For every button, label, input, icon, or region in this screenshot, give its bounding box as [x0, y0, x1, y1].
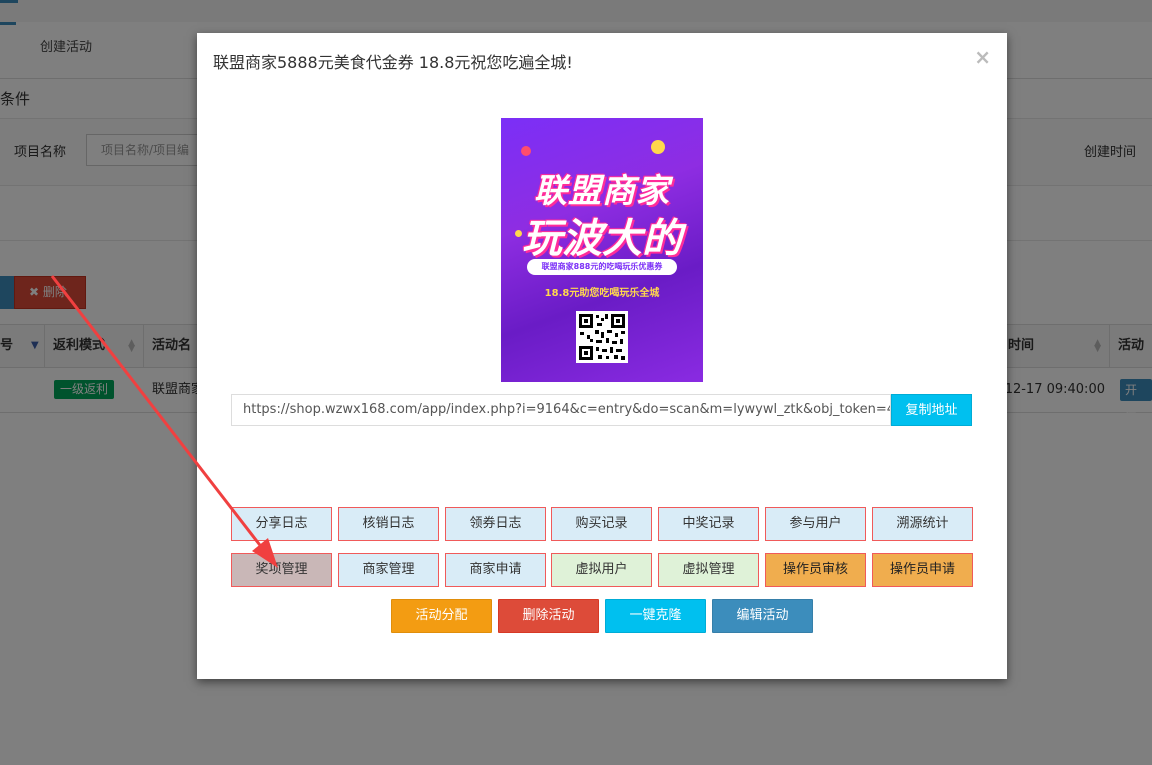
poster-headline-1: 联盟商家 — [534, 171, 670, 210]
virtual-management-button[interactable]: 虚拟管理 — [658, 553, 759, 587]
clone-activity-button[interactable]: 一键克隆 — [605, 599, 706, 633]
merchant-management-button[interactable]: 商家管理 — [338, 553, 439, 587]
purchase-record-button[interactable]: 购买记录 — [551, 507, 652, 541]
assign-activity-button[interactable]: 活动分配 — [391, 599, 492, 633]
share-url-input[interactable]: https://shop.wzwx168.com/app/index.php?i… — [231, 394, 891, 426]
verify-log-button[interactable]: 核销日志 — [338, 507, 439, 541]
delete-activity-button[interactable]: 删除活动 — [498, 599, 599, 633]
merchant-application-button[interactable]: 商家申请 — [445, 553, 546, 587]
promo-poster-image: 联盟商家 玩波大的 联盟商家888元的吃喝玩乐优惠券 18.8元助您吃喝玩乐全城 — [501, 118, 703, 382]
modal-title: 联盟商家5888元美食代金券 18.8元祝您吃遍全城! — [213, 53, 573, 72]
source-stats-button[interactable]: 溯源统计 — [872, 507, 973, 541]
virtual-users-button[interactable]: 虚拟用户 — [551, 553, 652, 587]
poster-slogan: 18.8元助您吃喝玩乐全城 — [544, 288, 660, 299]
activity-modal: 联盟商家5888元美食代金券 18.8元祝您吃遍全城! × 联盟商家 玩波大的 … — [197, 33, 1007, 679]
share-log-button[interactable]: 分享日志 — [231, 507, 332, 541]
prize-record-button[interactable]: 中奖记录 — [658, 507, 759, 541]
copy-url-button[interactable]: 复制地址 — [891, 394, 972, 426]
decor-dot — [521, 146, 531, 156]
coupon-log-button[interactable]: 领券日志 — [445, 507, 546, 541]
prize-management-button[interactable]: 奖项管理 — [231, 553, 332, 587]
edit-activity-button[interactable]: 编辑活动 — [712, 599, 813, 633]
poster-headline-2: 玩波大的 — [522, 216, 682, 262]
decor-dot — [651, 140, 665, 154]
qr-code — [576, 311, 628, 363]
operator-application-button[interactable]: 操作员申请 — [872, 553, 973, 587]
operator-review-button[interactable]: 操作员审核 — [765, 553, 866, 587]
close-icon[interactable]: × — [974, 47, 991, 67]
participants-button[interactable]: 参与用户 — [765, 507, 866, 541]
poster-banner: 联盟商家888元的吃喝玩乐优惠券 — [527, 259, 677, 275]
